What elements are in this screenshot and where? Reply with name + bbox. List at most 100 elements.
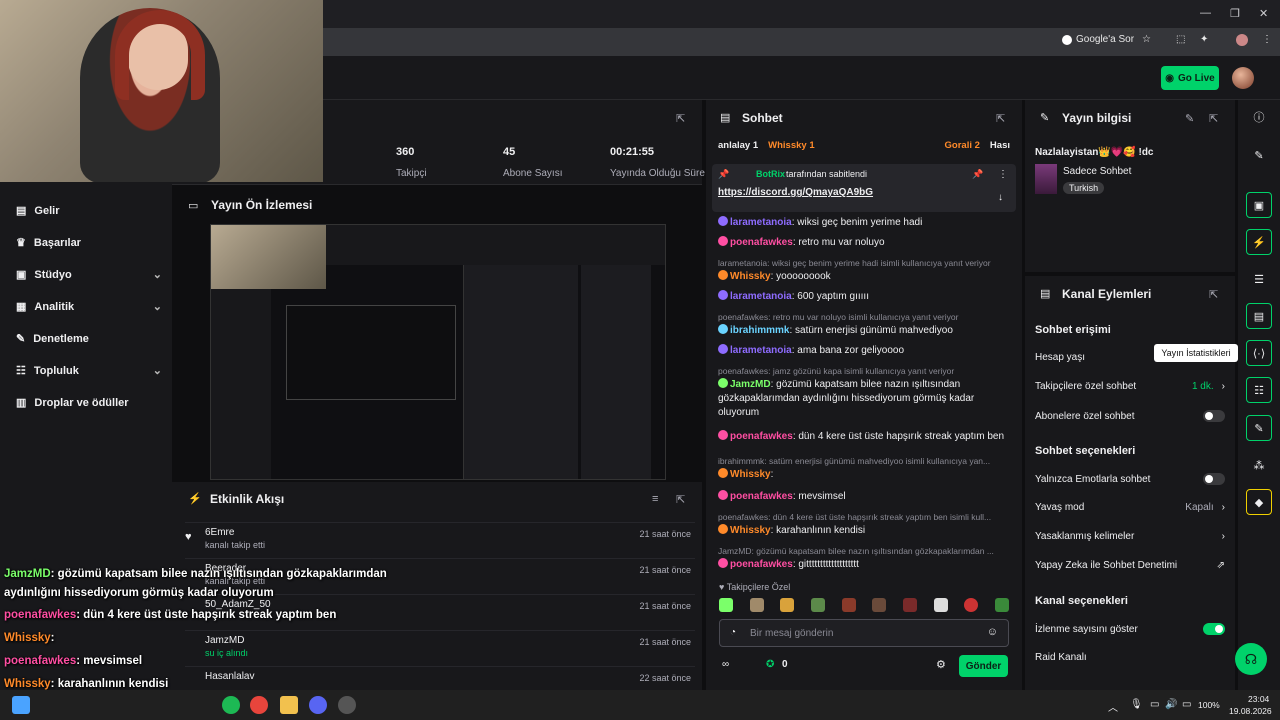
tray-chevron-icon[interactable]: ︿ — [1108, 699, 1118, 714]
battery-icon[interactable]: ▭ — [1182, 699, 1191, 710]
chat-username[interactable]: ibrahimmmk — [730, 325, 789, 336]
user-avatar[interactable] — [1232, 67, 1254, 89]
chat-message[interactable]: poenafawkes: gittttttttttttttttttt — [718, 558, 1010, 572]
profile-avatar[interactable] — [1236, 34, 1248, 46]
spotify-icon[interactable] — [222, 696, 240, 714]
popout-icon[interactable]: ⇱ — [996, 112, 1005, 125]
chat-message[interactable]: larametanoia: ama bana zor geliyoooo — [718, 344, 1010, 358]
nav-item-achievements[interactable]: ♛ Başarılar — [16, 236, 162, 250]
popout-icon[interactable]: ⇱ — [676, 493, 685, 506]
filter-icon[interactable]: ≡ — [652, 493, 658, 505]
popout-icon[interactable]: ⇱ — [676, 112, 685, 125]
chat-username[interactable]: larametanoia — [730, 291, 792, 302]
pencil-icon[interactable]: ✎ — [1246, 142, 1272, 168]
preview-toggle-icon[interactable]: ▣ — [1246, 192, 1272, 218]
chat-username[interactable]: Whissky — [730, 525, 771, 536]
bookmark-star-icon[interactable]: ☆ — [1142, 34, 1151, 45]
clock-date[interactable]: 19.08.2026 — [1229, 706, 1272, 716]
arrow-down-icon[interactable]: ↓ — [998, 192, 1003, 203]
emote-icon[interactable] — [994, 598, 1009, 612]
emote-only-toggle[interactable] — [1203, 473, 1225, 485]
info-icon[interactable]: ⓘ — [1246, 104, 1272, 130]
chat-message[interactable]: ibrahimmmk: satürn enerjisi günümü mahve… — [718, 324, 1010, 338]
sub-chat-toggle[interactable] — [1203, 410, 1225, 422]
category-name[interactable]: Sadece Sohbet — [1063, 166, 1131, 177]
infinity-icon[interactable]: ∞ — [722, 659, 729, 670]
network-icon[interactable]: ▭ — [1150, 699, 1159, 710]
pinned-message[interactable]: 📌 BotRix tarafından sabitlendi 📌 ⋮ https… — [712, 164, 1016, 212]
minimize-icon[interactable]: — — [1200, 7, 1211, 19]
chat-username[interactable]: Whissky — [730, 469, 771, 480]
chat-message[interactable]: Whissky: — [718, 468, 1010, 482]
nav-item-studio[interactable]: ▣ Stüdyo ⌄ — [16, 268, 162, 282]
chat-username[interactable]: poenafawkes — [730, 559, 793, 570]
emote-icon[interactable] — [749, 598, 764, 612]
chat-username[interactable]: Whissky — [730, 271, 771, 282]
volume-icon[interactable]: 🔊 — [1165, 699, 1177, 710]
chat-username[interactable]: larametanoia — [730, 345, 792, 356]
wrench-toggle-icon[interactable]: ✎ — [1246, 415, 1272, 441]
mic-icon[interactable]: 🎙 — [1130, 699, 1143, 710]
more-icon[interactable]: ⋮ — [998, 169, 1008, 180]
chat-username[interactable]: poenafawkes — [730, 431, 793, 442]
menu-dots-icon[interactable]: ⋮ — [1262, 34, 1272, 45]
emote-icon[interactable] — [841, 598, 856, 612]
follower-chat-row[interactable]: Takipçilere özel sohbet 1 dk. › — [1035, 381, 1225, 392]
folder-icon[interactable] — [280, 696, 298, 714]
unpin-icon[interactable]: 📌 — [972, 169, 983, 180]
nav-item-community[interactable]: ☷ Topluluk ⌄ — [16, 364, 162, 378]
emote-icon[interactable] — [719, 598, 733, 612]
send-button[interactable]: Gönder — [959, 655, 1008, 677]
nav-item-revenue[interactable]: ▤ Gelir — [16, 204, 162, 218]
chat-input[interactable]: ◔ Bir mesaj gönderin ☺ — [719, 619, 1009, 647]
emote-icon[interactable] — [810, 598, 825, 612]
chat-message[interactable]: Whissky: karahanlının kendisi — [718, 524, 1010, 538]
extension-icon[interactable]: ⬚ — [1176, 34, 1185, 45]
chat-username[interactable]: JamzMD — [730, 379, 771, 390]
raid-row[interactable]: Raid Kanalı — [1035, 652, 1225, 663]
chat-message[interactable]: Whissky: yooooooook — [718, 270, 1010, 284]
chat-toggle-icon[interactable]: ▤ — [1246, 303, 1272, 329]
close-icon[interactable]: ✕ — [1259, 7, 1268, 20]
popout-icon[interactable]: ⇱ — [1209, 112, 1218, 125]
gear-icon[interactable]: ⚙ — [936, 658, 946, 671]
chat-message[interactable]: poenafawkes: mevsimsel — [718, 490, 1010, 504]
emoji-icon[interactable]: ☺ — [987, 626, 998, 638]
edit-icon[interactable]: ✎ — [1185, 112, 1194, 125]
nav-item-analytics[interactable]: ▦ Analitik ⌄ — [16, 300, 162, 314]
ai-moderation-row[interactable]: Yapay Zeka ile Sohbet Denetimi ⇗ — [1035, 560, 1225, 571]
nav-item-moderation[interactable]: ✎ Denetleme — [16, 332, 162, 346]
users-icon[interactable]: ⁂ — [1246, 452, 1272, 478]
pinned-link[interactable]: https://discord.gg/QmayaQA9bG — [718, 187, 873, 198]
emote-icon[interactable] — [780, 598, 795, 612]
google-ask-button[interactable]: Google'a Sor — [1062, 34, 1134, 45]
chat-message[interactable]: poenafawkes: retro mu var noluyo — [718, 236, 1010, 250]
list-icon[interactable]: ☰ — [1246, 266, 1272, 292]
puzzle-icon[interactable]: ✦ — [1200, 34, 1208, 45]
channel-toggle-icon[interactable]: ☷ — [1246, 377, 1272, 403]
go-live-button[interactable]: ◉ Go Live — [1161, 66, 1219, 90]
nav-item-drops[interactable]: ▥ Droplar ve ödüller — [16, 396, 162, 410]
chat-message[interactable]: poenafawkes: dün 4 kere üst üste hapşırı… — [718, 430, 1010, 444]
chat-username[interactable]: poenafawkes — [730, 237, 793, 248]
slow-mode-row[interactable]: Yavaş mod Kapalı › — [1035, 502, 1225, 513]
stats-toggle-icon[interactable]: ⟨·⟩ — [1246, 340, 1272, 366]
discord-icon[interactable] — [309, 696, 327, 714]
emote-icon[interactable] — [872, 598, 887, 612]
windows-start-icon[interactable] — [12, 696, 30, 714]
chat-message[interactable]: JamzMD: gözümü kapatsam bilee nazın ışıl… — [718, 378, 1010, 420]
clock-time[interactable]: 23:04 — [1248, 694, 1269, 704]
chat-username[interactable]: poenafawkes — [730, 491, 793, 502]
emote-icon[interactable] — [964, 598, 979, 612]
chrome-icon[interactable] — [250, 696, 268, 714]
chat-username[interactable]: larametanoia — [730, 217, 792, 228]
chat-message[interactable]: larametanoia: 600 yaptım gııııı — [718, 290, 1010, 304]
gift-icon[interactable]: ◆ — [1246, 489, 1272, 515]
help-headset-icon[interactable]: ☊ — [1235, 643, 1267, 675]
emote-icon[interactable] — [902, 598, 917, 612]
stream-preview-video[interactable] — [210, 224, 666, 480]
emote-icon[interactable] — [933, 598, 948, 612]
show-viewers-toggle[interactable] — [1203, 623, 1225, 635]
obs-icon[interactable] — [338, 696, 356, 714]
lightning-toggle-icon[interactable]: ⚡ — [1246, 229, 1272, 255]
